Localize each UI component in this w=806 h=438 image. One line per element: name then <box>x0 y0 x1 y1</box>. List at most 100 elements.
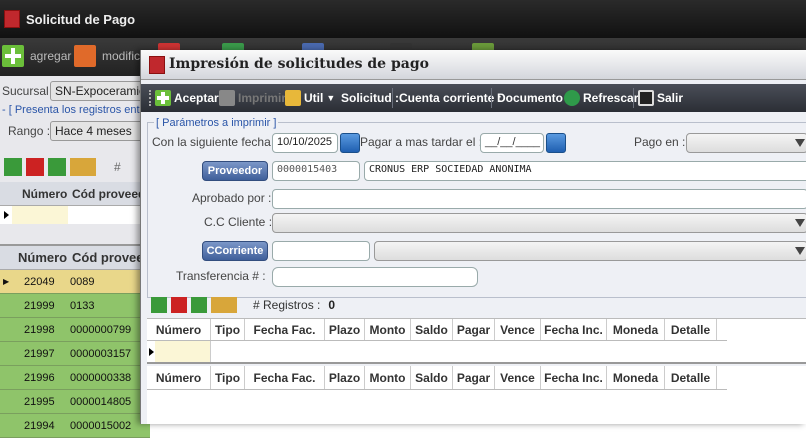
col-detalle[interactable]: Detalle <box>665 319 717 340</box>
dropdown-arrow-icon: ▼ <box>326 93 336 103</box>
magnet-icon[interactable] <box>26 158 44 176</box>
imprimir-label: Imprimir <box>238 91 287 105</box>
table-row[interactable]: 21996 0000000338 <box>0 366 150 390</box>
table-row[interactable]: 21995 0000014805 <box>0 390 150 414</box>
solicitud-menu[interactable]: Solicitud : <box>341 88 399 108</box>
col-detalle[interactable]: Detalle <box>665 366 717 389</box>
row-pointer-icon <box>4 211 9 219</box>
plus-icon <box>155 90 171 106</box>
col-plazo[interactable]: Plazo <box>325 366 365 389</box>
cc-cliente-label: C.C Cliente : <box>204 215 273 229</box>
tools-icon <box>285 90 301 106</box>
col-saldo[interactable]: Saldo <box>411 366 453 389</box>
util-menu[interactable]: Util ▼ <box>285 88 335 108</box>
solicitud-label: Solicitud : <box>341 91 399 105</box>
add-button-label: agregar <box>30 49 72 63</box>
col-fecha-inc[interactable]: Fecha Inc. <box>541 366 607 389</box>
col-vence[interactable]: Vence <box>495 366 541 389</box>
ccorriente-select[interactable] <box>374 241 806 261</box>
table-row[interactable]: ▶ 22049 0089 <box>0 270 150 294</box>
fecha-label: Con la siguiente fecha : <box>152 135 278 149</box>
col-pagar[interactable]: Pagar <box>453 319 495 340</box>
col-numero[interactable]: Número <box>147 319 211 340</box>
filter-icon[interactable] <box>151 297 167 313</box>
proveedor-button[interactable]: Proveedor <box>202 161 268 181</box>
salir-button[interactable]: Salir <box>638 88 683 108</box>
main-grid-toolbar: # <box>4 156 150 178</box>
col-numero: Número <box>18 250 68 265</box>
cc-cliente-select[interactable] <box>272 213 806 233</box>
col-fecha-fac[interactable]: Fecha Fac. <box>245 319 325 340</box>
table-row[interactable]: 21994 0000015002 <box>0 414 150 438</box>
col-vence[interactable]: Vence <box>495 319 541 340</box>
dropdown-arrow-icon <box>795 219 805 227</box>
util-label: Util <box>304 91 324 105</box>
options-icon[interactable] <box>70 158 96 176</box>
col-fecha-inc[interactable]: Fecha Inc. <box>541 319 607 340</box>
fecha-input[interactable]: 10/10/2025 <box>272 133 338 153</box>
rango-select[interactable]: Hace 4 meses <box>50 121 150 141</box>
dropdown-arrow-icon <box>795 247 805 255</box>
tardar-input[interactable]: __/__/____ <box>480 133 544 153</box>
plus-icon <box>2 45 24 67</box>
add-button[interactable]: agregar <box>2 43 71 69</box>
pencil-icon <box>74 45 96 67</box>
col-numero[interactable]: Número <box>147 366 211 389</box>
col-monto[interactable]: Monto <box>365 319 411 340</box>
tardar-label: Pagar a mas tardar el : <box>360 135 483 149</box>
main-content: Sucursal : SN-Expoceramic - [ Presenta l… <box>0 76 150 438</box>
col-monto[interactable]: Monto <box>365 366 411 389</box>
table-row[interactable]: 21997 0000003157 <box>0 342 150 366</box>
ccorriente-button[interactable]: CCorriente <box>202 241 268 261</box>
aceptar-button[interactable]: Aceptar <box>155 88 219 108</box>
transferencia-input[interactable] <box>272 267 478 287</box>
dialog-toolbar: Aceptar Imprimir Util ▼ Solicitud : Cuen… <box>141 84 806 112</box>
col-tipo[interactable]: Tipo <box>211 319 245 340</box>
dialog-grid-toolbar: # Registros : 0 <box>151 295 806 315</box>
table-row[interactable]: 21999 0133 <box>0 294 150 318</box>
proveedor-code-input[interactable]: 0000015403 <box>272 161 360 181</box>
col-saldo[interactable]: Saldo <box>411 319 453 340</box>
pago-select[interactable] <box>686 133 806 153</box>
export-icon[interactable] <box>191 297 207 313</box>
aprobado-input[interactable] <box>272 189 806 209</box>
refrescar-button[interactable]: Refrescar <box>564 88 638 108</box>
col-fecha-fac[interactable]: Fecha Fac. <box>245 366 325 389</box>
dialog-titlebar[interactable]: Impresión de solicitudes de pago <box>141 50 806 80</box>
lower-grid: Número Tipo Fecha Fac. Plazo Monto Saldo… <box>147 366 806 424</box>
col-plazo[interactable]: Plazo <box>325 319 365 340</box>
cuenta-corriente-menu[interactable]: Cuenta corriente : <box>399 88 502 108</box>
col-cod-proveedor: Cód proveed <box>72 186 146 201</box>
cuenta-label: Cuenta corriente : <box>399 91 502 105</box>
edit-button-label: modific <box>102 49 141 63</box>
table-row[interactable]: 21998 0000000799 <box>0 318 150 342</box>
options-icon[interactable] <box>211 297 237 313</box>
printer-icon <box>219 90 235 106</box>
export-icon[interactable] <box>48 158 66 176</box>
col-cod-proveedor: Cód provee <box>72 250 144 265</box>
documento-menu[interactable]: Documento : <box>497 88 570 108</box>
col-pagar[interactable]: Pagar <box>453 366 495 389</box>
proveedor-name-field[interactable]: CRONUS ERP SOCIEDAD ANONIMA <box>364 161 806 181</box>
calendar-icon[interactable] <box>546 133 566 153</box>
edit-button[interactable]: modific <box>74 43 140 69</box>
col-tipo[interactable]: Tipo <box>211 366 245 389</box>
top-grid-row[interactable] <box>0 206 150 224</box>
calendar-icon[interactable] <box>340 133 360 153</box>
pago-label: Pago en : <box>634 135 686 149</box>
main-titlebar: Solicitud de Pago <box>0 0 806 38</box>
filter-icon[interactable] <box>4 158 22 176</box>
salir-label: Salir <box>657 91 684 105</box>
refresh-icon <box>564 90 580 106</box>
sucursal-select[interactable]: SN-Expoceramic <box>50 81 150 101</box>
imprimir-button[interactable]: Imprimir <box>219 88 286 108</box>
upper-grid: Número Tipo Fecha Fac. Plazo Monto Saldo… <box>147 318 806 364</box>
magnet-icon[interactable] <box>171 297 187 313</box>
col-moneda[interactable]: Moneda <box>607 366 665 389</box>
registros-label: # Registros : <box>253 298 321 312</box>
ccorriente-input[interactable] <box>272 241 370 261</box>
registros-count: 0 <box>328 298 336 312</box>
col-moneda[interactable]: Moneda <box>607 319 665 340</box>
table-row[interactable] <box>147 341 727 363</box>
aceptar-label: Aceptar <box>174 91 219 105</box>
